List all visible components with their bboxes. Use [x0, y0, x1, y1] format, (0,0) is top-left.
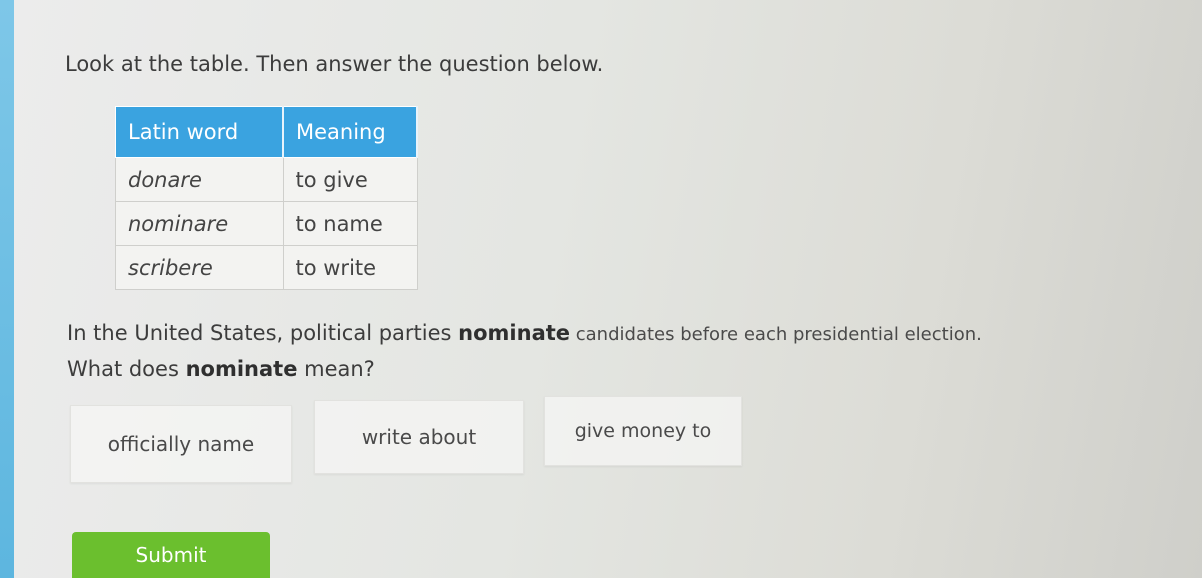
- table-cell-meaning: to write: [282, 245, 418, 290]
- table-cell-meaning: to name: [282, 201, 418, 246]
- table-cell-latin-word: scribere: [115, 245, 284, 290]
- column-header-meaning: Meaning: [282, 106, 418, 158]
- table-row: donare to give: [115, 157, 418, 202]
- question-line-1-keyword: nominate: [458, 321, 571, 345]
- answer-choice-officially-name[interactable]: officially name: [70, 405, 292, 483]
- question-line-2: What does nominate mean?: [67, 352, 982, 386]
- submit-button[interactable]: Submit: [72, 532, 270, 578]
- table-header-row: Latin word Meaning: [115, 106, 418, 158]
- latin-word-table: Latin word Meaning donare to give nomina…: [115, 106, 418, 290]
- instruction-text: Look at the table. Then answer the quest…: [65, 52, 604, 76]
- table-cell-latin-word: nominare: [115, 201, 284, 246]
- question-line-2-start: What does: [67, 357, 186, 381]
- question-line-1-end: candidates before each presidential elec…: [570, 324, 982, 345]
- question-line-2-end: mean?: [297, 357, 375, 381]
- question-line-1-start: In the United States, political parties: [67, 321, 459, 345]
- table-cell-meaning: to give: [282, 157, 418, 202]
- question-text: In the United States, political parties …: [67, 316, 982, 386]
- table-row: scribere to write: [115, 245, 418, 290]
- table-cell-latin-word: donare: [115, 157, 284, 202]
- question-line-2-keyword: nominate: [185, 357, 298, 381]
- column-header-latin-word: Latin word: [115, 106, 284, 158]
- left-edge-bar: [0, 0, 14, 578]
- question-line-1: In the United States, political parties …: [67, 316, 982, 352]
- answer-choice-give-money-to[interactable]: give money to: [544, 396, 742, 466]
- table-row: nominare to name: [115, 201, 418, 246]
- answer-choice-write-about[interactable]: write about: [314, 400, 524, 474]
